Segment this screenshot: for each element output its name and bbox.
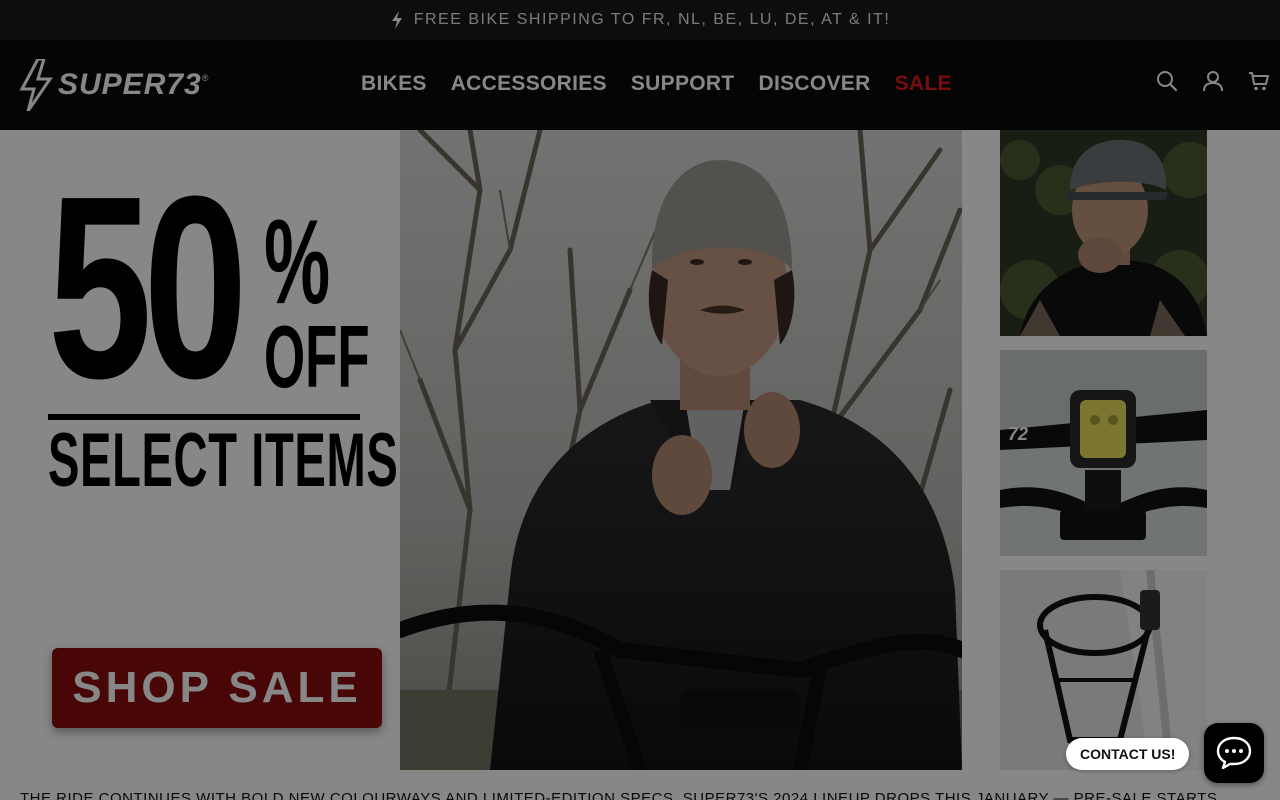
logo-text: SUPER73 [58,68,202,101]
promo-off: OFF [264,307,370,406]
shop-sale-button[interactable]: SHOP SALE [52,648,382,728]
promo-subtitle: SELECT ITEMS [48,418,399,503]
hero-banner: 50 % OFF SELECT ITEMS SHOP SALE 72 [0,130,1280,770]
nav-item-accessories[interactable]: ACCESSORIES [451,72,607,96]
promo-headline: 50 % OFF SELECT ITEMS [48,143,399,503]
lightning-bolt-icon [391,11,402,29]
contact-us-label[interactable]: CONTACT US! [1066,738,1190,770]
account-icon[interactable] [1202,70,1224,92]
promo-number: 50 [48,143,248,433]
search-icon[interactable] [1156,70,1178,92]
main-nav: BIKES ACCESSORIES SUPPORT DISCOVER SALE [361,72,952,96]
nav-item-support[interactable]: SUPPORT [631,72,735,96]
thumbnail-headlight[interactable]: 72 [1000,350,1207,556]
logo-registered-mark: ® [201,73,209,83]
nav-item-bikes[interactable]: BIKES [361,72,427,96]
intro-text-strip: THE RIDE CONTINUES WITH BOLD NEW COLOURW… [20,790,1220,800]
announcement-text: FREE BIKE SHIPPING TO FR, NL, BE, LU, DE… [413,11,891,28]
logo-bolt-icon [19,59,53,111]
chat-bubble-icon [1216,736,1252,770]
nav-item-discover[interactable]: DISCOVER [758,72,870,96]
announcement-bar: FREE BIKE SHIPPING TO FR, NL, BE, LU, DE… [0,0,1280,40]
site-header: SUPER73 ® BIKES ACCESSORIES SUPPORT DISC… [0,40,1280,130]
cart-icon[interactable] [1248,70,1270,92]
promo-percent: % [264,195,331,329]
logo[interactable]: SUPER73 ® [18,58,228,112]
thumbnail-helmet[interactable] [1000,130,1207,336]
chat-launcher-button[interactable] [1204,723,1264,783]
intro-text: THE RIDE CONTINUES WITH BOLD NEW COLOURW… [20,790,1218,800]
nav-item-sale[interactable]: SALE [895,72,952,96]
hero-main-photo [400,130,962,770]
header-icons [1156,70,1270,92]
page: FREE BIKE SHIPPING TO FR, NL, BE, LU, DE… [0,0,1280,800]
svg-text:72: 72 [1008,424,1028,444]
